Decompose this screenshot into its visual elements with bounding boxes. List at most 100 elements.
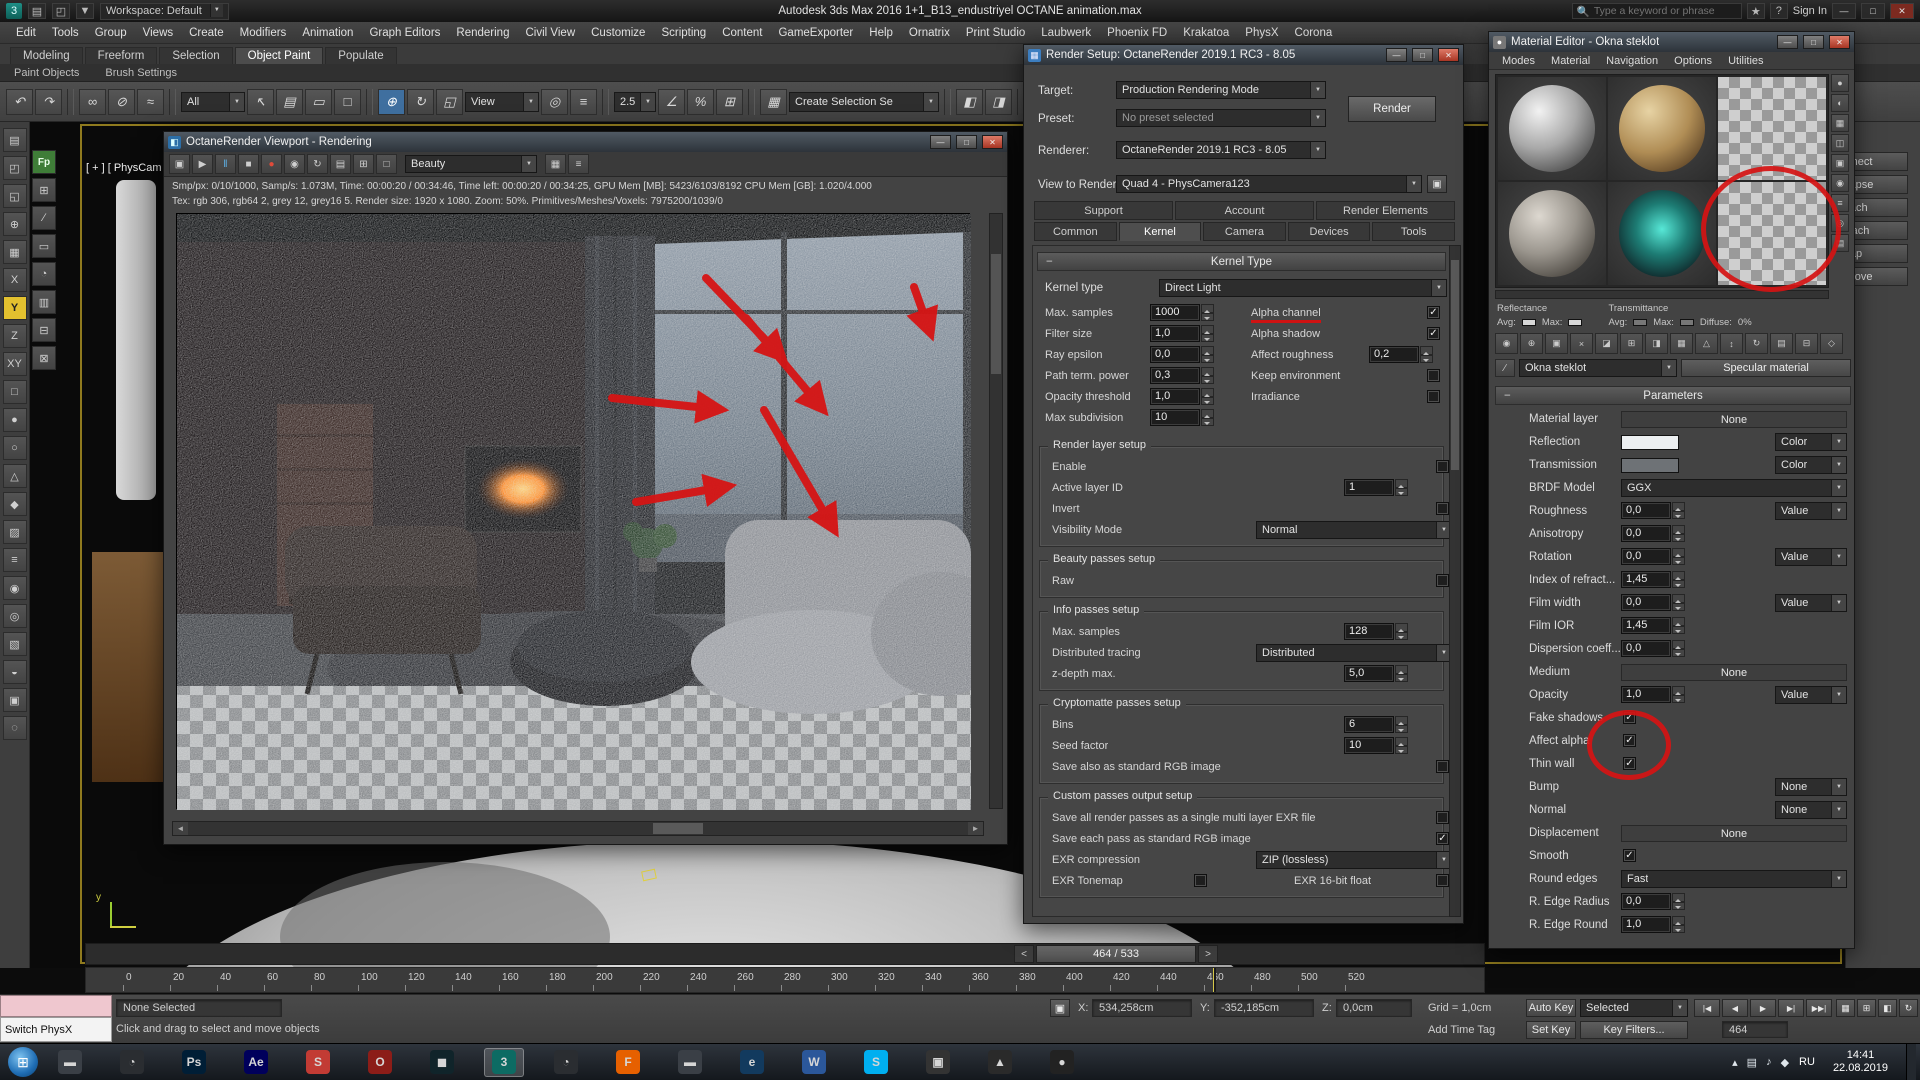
parameters-rollout[interactable]: Parameters bbox=[1495, 386, 1851, 405]
menu-item[interactable]: Content bbox=[714, 25, 770, 41]
pattern-icon[interactable]: ▧ bbox=[3, 632, 27, 656]
param-mode-dropdown[interactable]: Color bbox=[1775, 433, 1847, 451]
ribbon-tab[interactable]: Selection bbox=[159, 47, 232, 64]
sample-ui-icon[interactable]: ▤ bbox=[1770, 333, 1793, 354]
material-sample-slot[interactable] bbox=[1498, 182, 1606, 285]
ring-icon[interactable]: ◎ bbox=[3, 604, 27, 628]
rect-icon[interactable]: ▭ bbox=[32, 234, 56, 258]
param-spinner[interactable]: 1,45 bbox=[1621, 617, 1685, 634]
get-material-icon[interactable]: ◉ bbox=[1495, 333, 1518, 354]
rendered-image[interactable] bbox=[176, 213, 970, 809]
copy-image-icon[interactable]: ⊞ bbox=[353, 154, 374, 174]
percent-snap-icon[interactable]: % bbox=[687, 89, 714, 115]
bind-spacewarp-icon[interactable]: ≈ bbox=[137, 89, 164, 115]
use-center-icon[interactable]: ◎ bbox=[541, 89, 568, 115]
menu-item[interactable]: Civil View bbox=[517, 25, 583, 41]
pan-icon[interactable]: ◰ bbox=[3, 156, 27, 180]
render-setup-tab[interactable]: Common bbox=[1034, 222, 1117, 241]
render-channels-icon[interactable]: ▦ bbox=[545, 154, 566, 174]
start-button[interactable]: ⊞ bbox=[8, 1047, 38, 1077]
dashed-circle-icon[interactable]: ◌ bbox=[3, 716, 27, 740]
previous-frame-button[interactable]: < bbox=[1014, 945, 1034, 963]
chrome-app-icon[interactable]: ◔ bbox=[112, 1048, 152, 1077]
target-dropdown[interactable]: Production Rendering Mode bbox=[1116, 81, 1326, 99]
menu-item[interactable]: Print Studio bbox=[958, 25, 1033, 41]
viewport-menu-icon[interactable]: ≡ bbox=[568, 154, 589, 174]
pick-material-from-object-icon[interactable]: ∕ bbox=[1495, 359, 1515, 377]
setting-spinner[interactable]: 10 bbox=[1344, 737, 1408, 754]
param-mode-dropdown[interactable]: Value bbox=[1775, 686, 1847, 704]
time-slider-handle[interactable]: 464 / 533 bbox=[1036, 945, 1196, 963]
menu-item[interactable]: Modifiers bbox=[232, 25, 295, 41]
spinner-arrows[interactable] bbox=[1672, 502, 1685, 519]
brush-icon[interactable]: ◔ bbox=[32, 262, 56, 286]
folder-app-icon[interactable]: ▬ bbox=[50, 1048, 90, 1077]
next-frame-button[interactable]: ▶| bbox=[1778, 999, 1804, 1017]
undo-icon[interactable]: ↶ bbox=[6, 89, 33, 115]
menu-item[interactable]: Modes bbox=[1495, 54, 1542, 68]
param-dropdown[interactable]: GGX bbox=[1621, 479, 1847, 497]
x-coordinate-field[interactable]: 534,258cm bbox=[1092, 999, 1192, 1017]
menu-item[interactable]: Navigation bbox=[1599, 54, 1665, 68]
maximize-button[interactable] bbox=[1412, 48, 1433, 62]
stop-render-icon[interactable]: ■ bbox=[238, 154, 259, 174]
diamond-icon[interactable]: ◆ bbox=[3, 492, 27, 516]
square-primitive-icon[interactable]: □ bbox=[3, 380, 27, 404]
param-checkbox[interactable] bbox=[1623, 849, 1636, 862]
open-file-icon[interactable]: ◰ bbox=[52, 3, 70, 19]
current-frame-indicator[interactable] bbox=[1213, 968, 1216, 993]
previous-frame-button[interactable]: ◀ bbox=[1722, 999, 1748, 1017]
menu-item[interactable]: Utilities bbox=[1721, 54, 1770, 68]
spinner-arrows[interactable] bbox=[1672, 617, 1685, 634]
sign-in-link[interactable]: Sign In bbox=[1793, 5, 1827, 17]
setting-spinner[interactable]: 128 bbox=[1344, 623, 1408, 640]
gray-app-icon[interactable]: ▣ bbox=[918, 1048, 958, 1077]
menu-item[interactable]: Ornatrix bbox=[901, 25, 958, 41]
reference-coordinate-dropdown[interactable]: View bbox=[465, 92, 539, 112]
menu-item[interactable]: Krakatoa bbox=[1175, 25, 1237, 41]
list-icon[interactable]: ≡ bbox=[3, 548, 27, 572]
minimize-button[interactable] bbox=[930, 135, 951, 149]
param-spinner[interactable]: 1,45 bbox=[1621, 571, 1685, 588]
snaps-toggle-dropdown[interactable]: 2.5 bbox=[614, 92, 656, 112]
close-button[interactable] bbox=[1829, 35, 1850, 49]
system-clock[interactable]: 14:41 22.08.2019 bbox=[1825, 1049, 1896, 1075]
ribbon-tab[interactable]: Populate bbox=[325, 47, 396, 64]
ie-app-icon[interactable]: e bbox=[732, 1048, 772, 1077]
ribbon-tab[interactable]: Object Paint bbox=[235, 47, 324, 64]
min-toolbar-icon[interactable]: ▤ bbox=[3, 128, 27, 152]
menu-item[interactable]: Edit bbox=[8, 25, 44, 41]
spinner-arrows[interactable] bbox=[1201, 409, 1214, 426]
minimize-button[interactable]: — bbox=[1832, 3, 1856, 19]
options-icon[interactable]: ≡ bbox=[1831, 194, 1849, 212]
ribbon-tab[interactable]: Freeform bbox=[85, 47, 158, 64]
param-dropdown[interactable]: Fast bbox=[1621, 870, 1847, 888]
render-setup-tab[interactable]: Kernel bbox=[1119, 222, 1202, 241]
param-spinner[interactable]: 0,0 bbox=[1621, 502, 1685, 519]
material-id-icon[interactable]: ◨ bbox=[1645, 333, 1668, 354]
save-file-icon[interactable]: ▼ bbox=[76, 3, 94, 19]
show-desktop-button[interactable] bbox=[1906, 1044, 1916, 1080]
minimize-button[interactable] bbox=[1386, 48, 1407, 62]
ribbon-panel-label[interactable]: Brush Settings bbox=[105, 67, 177, 79]
exr-16bit-checkbox[interactable] bbox=[1436, 874, 1449, 887]
menu-item[interactable]: Laubwerk bbox=[1033, 25, 1099, 41]
kernel-type-rollout[interactable]: Kernel Type bbox=[1037, 252, 1446, 271]
put-material-icon[interactable]: ⊕ bbox=[1520, 333, 1543, 354]
option-spinner[interactable]: 0,2 bbox=[1369, 346, 1433, 363]
next-frame-button[interactable]: > bbox=[1198, 945, 1218, 963]
circle-primitive-icon[interactable]: ○ bbox=[3, 436, 27, 460]
camera-icon[interactable]: ◉ bbox=[284, 154, 305, 174]
lock-resolution-icon[interactable]: ▣ bbox=[169, 154, 190, 174]
current-frame-field[interactable]: 464 bbox=[1722, 1021, 1788, 1038]
setting-checkbox[interactable] bbox=[1436, 460, 1449, 473]
param-spinner[interactable]: 0,0 bbox=[1621, 548, 1685, 565]
menu-item[interactable]: PhysX bbox=[1237, 25, 1286, 41]
play-render-icon[interactable]: ▶ bbox=[192, 154, 213, 174]
material-sample-slot[interactable] bbox=[1718, 182, 1826, 285]
tray-antivirus-icon[interactable]: ◆ bbox=[1781, 1056, 1789, 1069]
hatch-icon[interactable]: ▨ bbox=[3, 520, 27, 544]
menu-item[interactable]: Scripting bbox=[653, 25, 714, 41]
backlight-icon[interactable]: ◐ bbox=[1831, 94, 1849, 112]
maxscript-mini-listener[interactable] bbox=[0, 995, 112, 1017]
